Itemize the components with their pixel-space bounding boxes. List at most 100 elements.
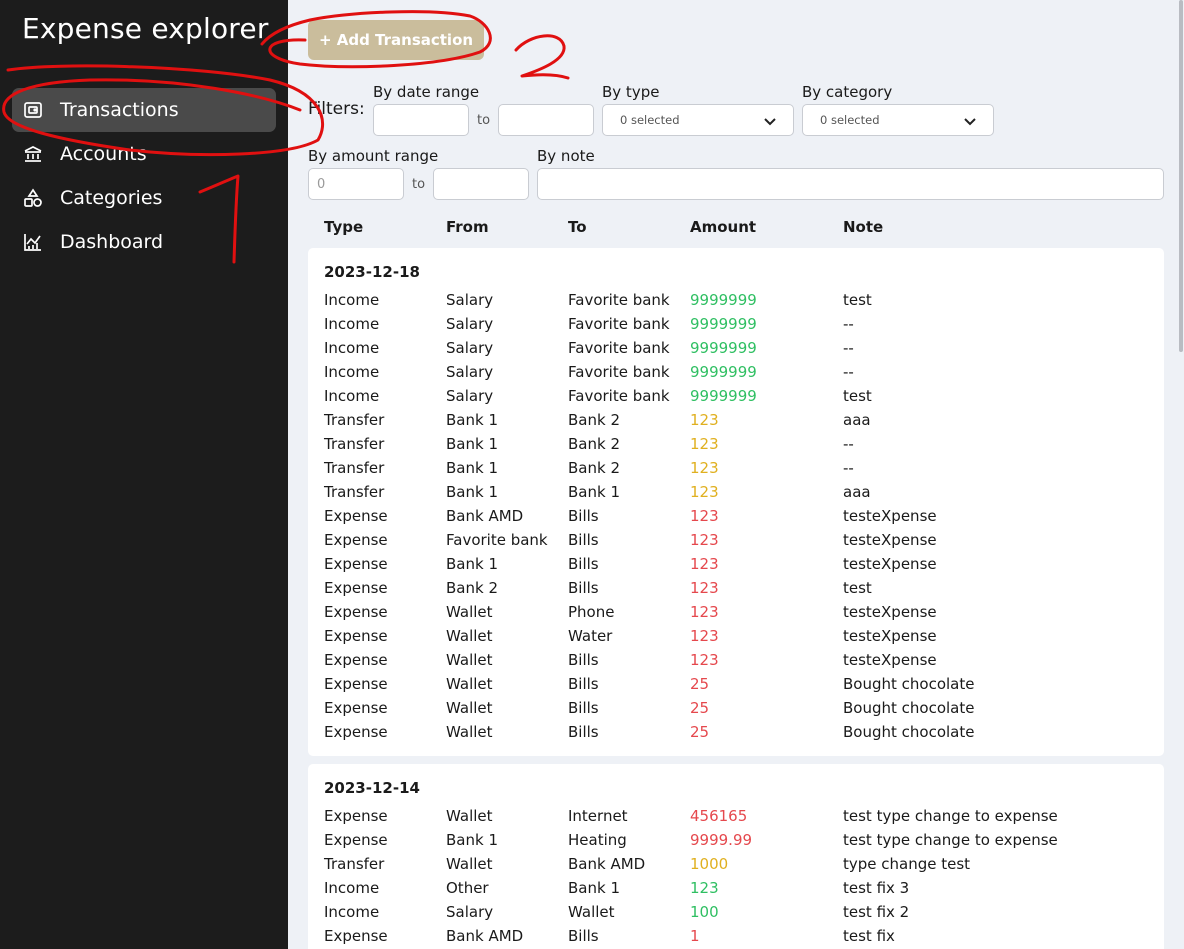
- table-row[interactable]: Income Salary Favorite bank 9999999 test: [308, 384, 1164, 408]
- table-row[interactable]: Income Salary Favorite bank 9999999 --: [308, 312, 1164, 336]
- cell-note: test: [843, 387, 872, 405]
- cell-type: Expense: [324, 579, 388, 597]
- cell-type: Expense: [324, 627, 388, 645]
- table-row[interactable]: Income Salary Favorite bank 9999999 test: [308, 288, 1164, 312]
- app-title: Expense explorer: [22, 12, 269, 45]
- type-filter-value: 0 selected: [620, 113, 680, 127]
- note-filter-input[interactable]: [537, 168, 1164, 200]
- table-row[interactable]: Transfer Bank 1 Bank 1 123 aaa: [308, 480, 1164, 504]
- cell-note: --: [843, 315, 854, 333]
- cell-to: Favorite bank: [568, 387, 670, 405]
- cell-from: Bank 1: [446, 555, 498, 573]
- table-row[interactable]: Expense Wallet Water 123 testeXpense: [308, 624, 1164, 648]
- cell-type: Transfer: [324, 855, 385, 873]
- cell-from: Salary: [446, 903, 494, 921]
- cell-to: Bank 2: [568, 435, 620, 453]
- table-row[interactable]: Expense Bank AMD Bills 123 testeXpense: [308, 504, 1164, 528]
- cell-to: Phone: [568, 603, 615, 621]
- cell-from: Bank 1: [446, 435, 498, 453]
- table-row[interactable]: Expense Wallet Phone 123 testeXpense: [308, 600, 1164, 624]
- cell-from: Wallet: [446, 807, 493, 825]
- date-to-input[interactable]: [498, 104, 594, 136]
- cell-amount: 123: [690, 627, 719, 645]
- date-from-input[interactable]: [373, 104, 469, 136]
- cell-from: Salary: [446, 315, 494, 333]
- table-row[interactable]: Expense Wallet Bills 123 testeXpense: [308, 648, 1164, 672]
- cell-note: test fix 3: [843, 879, 910, 897]
- cell-type: Income: [324, 903, 380, 921]
- cell-note: test fix 2: [843, 903, 910, 921]
- table-row[interactable]: Expense Wallet Internet 456165 test type cha…: [308, 804, 1164, 828]
- cell-note: testeXpense: [843, 627, 937, 645]
- amount-to-input[interactable]: [433, 168, 529, 200]
- cell-type: Expense: [324, 651, 388, 669]
- cell-from: Wallet: [446, 651, 493, 669]
- cell-from: Wallet: [446, 675, 493, 693]
- cell-type: Income: [324, 879, 380, 897]
- main-content: + Add Transaction Filters: By date range…: [288, 0, 1184, 949]
- chevron-down-icon: [763, 114, 777, 128]
- add-transaction-button[interactable]: + Add Transaction: [308, 20, 484, 60]
- note-filter-label: By note: [537, 147, 595, 165]
- cell-amount: 9999999: [690, 291, 757, 309]
- table-row[interactable]: Expense Bank AMD Bills 1 test fix: [308, 924, 1164, 948]
- table-row[interactable]: Income Salary Favorite bank 9999999 --: [308, 360, 1164, 384]
- cell-amount: 123: [690, 435, 719, 453]
- sidebar-item-transactions[interactable]: Transactions: [12, 88, 276, 132]
- cell-note: testeXpense: [843, 651, 937, 669]
- cell-amount: 9999.99: [690, 831, 753, 849]
- amount-from-input[interactable]: [308, 168, 404, 200]
- category-filter-select[interactable]: 0 selected: [802, 104, 994, 136]
- table-row[interactable]: Transfer Bank 1 Bank 2 123 --: [308, 432, 1164, 456]
- table-row[interactable]: Expense Wallet Bills 25 Bought chocolate: [308, 720, 1164, 744]
- table-row[interactable]: Expense Bank 2 Bills 123 test: [308, 576, 1164, 600]
- transaction-group: 2023-12-18 Income Salary Favorite bank 99999…: [308, 248, 1164, 756]
- cell-note: testeXpense: [843, 531, 937, 549]
- cell-amount: 25: [690, 723, 710, 741]
- cell-from: Wallet: [446, 699, 493, 717]
- table-row[interactable]: Expense Favorite bank Bills 123 testeXpense: [308, 528, 1164, 552]
- type-filter-select[interactable]: 0 selected: [602, 104, 794, 136]
- scrollbar[interactable]: [1179, 0, 1183, 352]
- cell-amount: 123: [690, 651, 719, 669]
- cell-type: Expense: [324, 807, 388, 825]
- table-row[interactable]: Transfer Bank 1 Bank 2 123 aaa: [308, 408, 1164, 432]
- cell-note: test: [843, 579, 872, 597]
- table-row[interactable]: Income Salary Favorite bank 9999999 --: [308, 336, 1164, 360]
- cell-amount: 25: [690, 699, 710, 717]
- cell-amount: 123: [690, 507, 719, 525]
- table-row[interactable]: Transfer Wallet Bank AMD 1000 type change te…: [308, 852, 1164, 876]
- sidebar-item-dashboard[interactable]: Dashboard: [12, 220, 276, 264]
- cell-to: Bank 2: [568, 411, 620, 429]
- sidebar: Expense explorer Transactions Accounts C…: [0, 0, 288, 949]
- cell-to: Favorite bank: [568, 315, 670, 333]
- table-row[interactable]: Expense Bank 1 Bills 123 testeXpense: [308, 552, 1164, 576]
- table-row[interactable]: Expense Wallet Bills 25 Bought chocolate: [308, 672, 1164, 696]
- cell-note: test: [843, 291, 872, 309]
- cell-note: --: [843, 435, 854, 453]
- table-row[interactable]: Transfer Bank 1 Bank 2 123 --: [308, 456, 1164, 480]
- cell-type: Expense: [324, 531, 388, 549]
- cell-from: Bank AMD: [446, 507, 524, 525]
- cell-from: Bank 1: [446, 411, 498, 429]
- table-row[interactable]: Income Salary Wallet 100 test fix 2: [308, 900, 1164, 924]
- cell-to: Bank 1: [568, 483, 620, 501]
- table-row[interactable]: Income Other Bank 1 123 test fix 3: [308, 876, 1164, 900]
- cell-note: --: [843, 363, 854, 381]
- cell-to: Favorite bank: [568, 339, 670, 357]
- transaction-group: 2023-12-14 Expense Wallet Internet 456165 tes…: [308, 764, 1164, 949]
- cell-from: Favorite bank: [446, 531, 548, 549]
- cell-type: Transfer: [324, 411, 385, 429]
- cell-amount: 1: [690, 927, 700, 945]
- cell-to: Bills: [568, 675, 599, 693]
- cell-to: Favorite bank: [568, 363, 670, 381]
- table-row[interactable]: Expense Bank 1 Heating 9999.99 test type cha…: [308, 828, 1164, 852]
- sidebar-item-accounts[interactable]: Accounts: [12, 132, 276, 176]
- cell-note: Bought chocolate: [843, 723, 975, 741]
- date-range-label: By date range: [373, 83, 480, 101]
- cell-from: Wallet: [446, 627, 493, 645]
- table-row[interactable]: Expense Wallet Bills 25 Bought chocolate: [308, 696, 1164, 720]
- sidebar-item-categories[interactable]: Categories: [12, 176, 276, 220]
- sidebar-item-label: Accounts: [60, 143, 147, 165]
- amount-to-separator: to: [412, 177, 426, 192]
